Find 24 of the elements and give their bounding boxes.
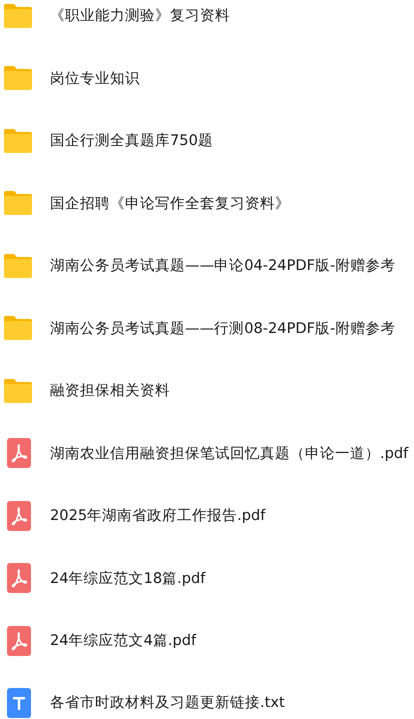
text-file-icon (7, 688, 31, 718)
file-name[interactable]: 湖南公务员考试真题——行测08-24PDF版-附赠参考 (50, 318, 396, 338)
file-name[interactable]: 2025年湖南省政府工作报告.pdf (50, 506, 266, 526)
folder-icon (3, 65, 33, 92)
folder-icon (3, 128, 33, 154)
file-name[interactable]: 24年综应范文4篇.pdf (50, 631, 196, 650)
file-name[interactable]: 国企招聘《申论写作全套复习资料》 (50, 194, 290, 213)
folder-icon (3, 378, 33, 404)
folder-icon (3, 252, 33, 279)
file-name[interactable]: 湖南公务员考试真题——申论04-24PDF版-附赠参考 (50, 256, 396, 276)
folder-icon (3, 2, 33, 29)
file-name[interactable]: 《职业能力测验》复习资料 (50, 6, 230, 26)
file-name[interactable]: 湖南农业信用融资担保笔试回忆真题（申论一道）.pdf (50, 444, 408, 463)
pdf-file-icon (7, 626, 31, 656)
pdf-file-icon (7, 563, 31, 594)
file-name[interactable]: 融资担保相关资料 (50, 381, 170, 400)
file-name[interactable]: 岗位专业知识 (50, 68, 140, 88)
file-name[interactable]: 各省市时政材料及习题更新链接.txt (50, 693, 285, 712)
pdf-file-icon (7, 438, 31, 468)
folder-icon (3, 190, 33, 216)
folder-icon (3, 315, 33, 342)
file-name[interactable]: 国企行测全真题库750题 (50, 131, 213, 150)
pdf-file-icon (7, 500, 31, 531)
file-name[interactable]: 24年综应范文18篇.pdf (50, 568, 206, 588)
